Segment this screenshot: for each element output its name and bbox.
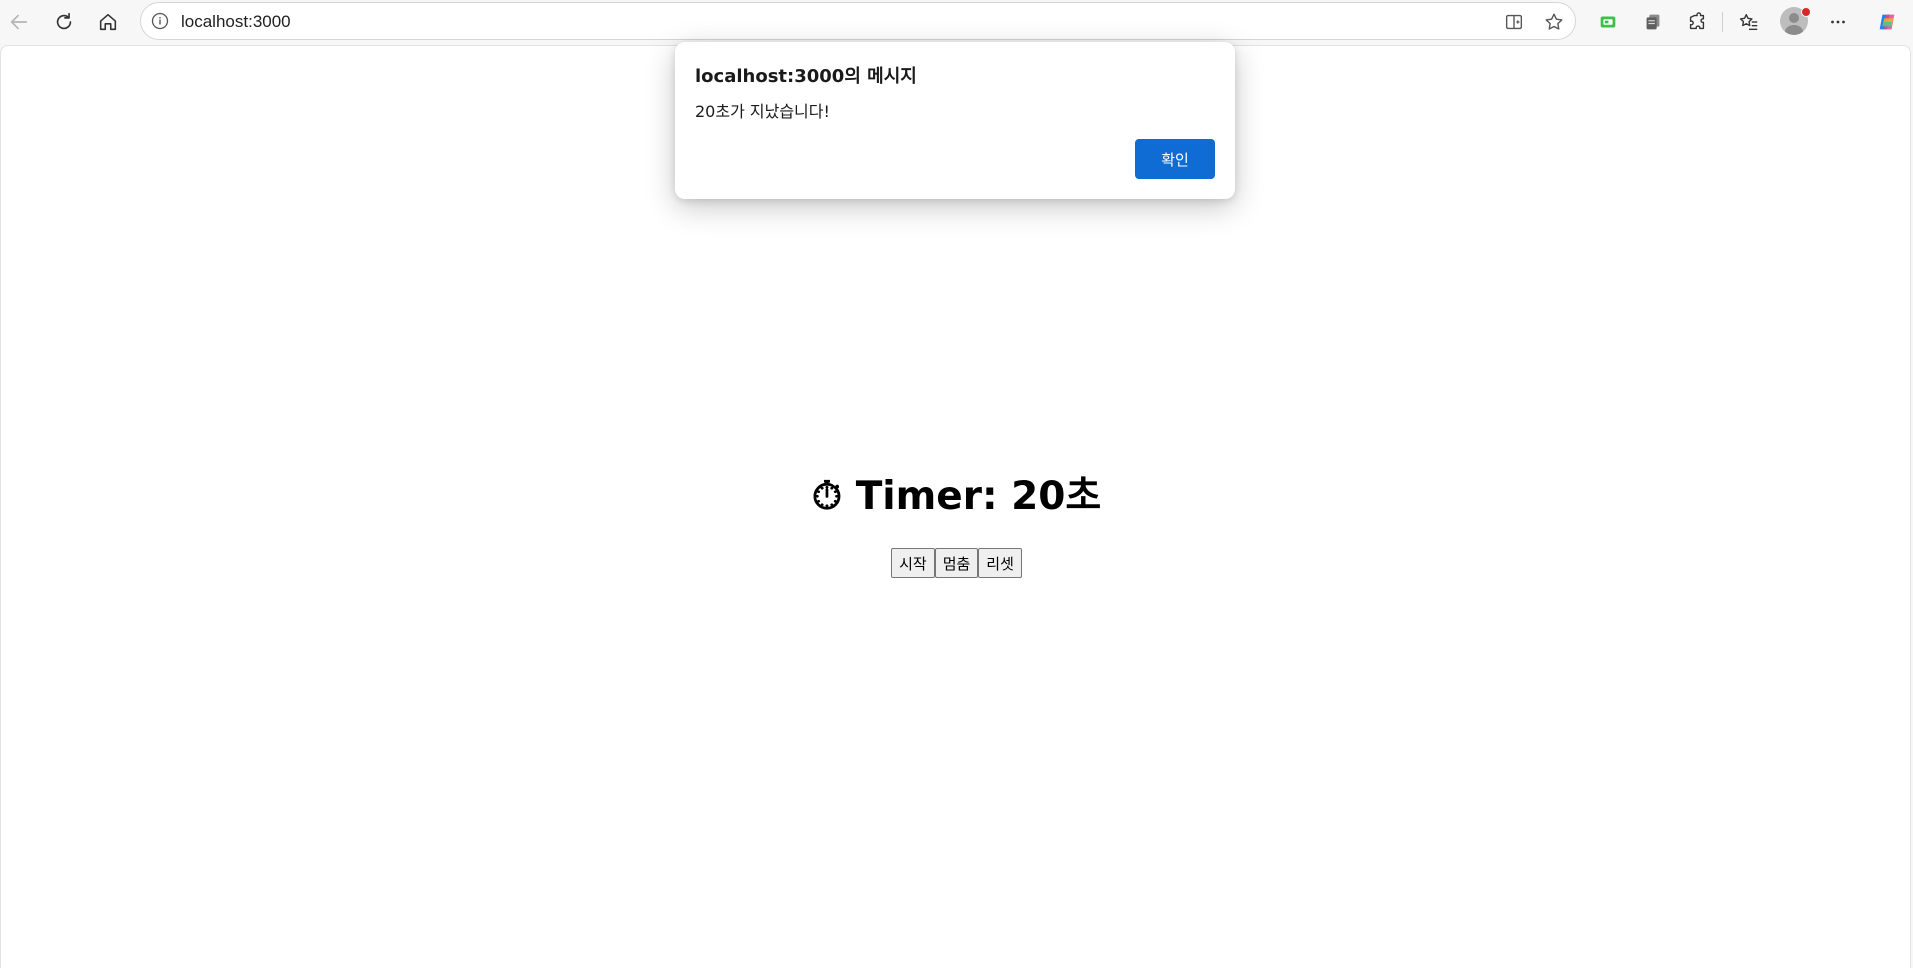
copilot-button[interactable] <box>1869 4 1905 40</box>
refresh-button[interactable] <box>46 4 82 40</box>
copy-extension-icon <box>1646 14 1660 30</box>
collections-extension-button[interactable] <box>1590 4 1626 40</box>
ok-button[interactable]: 확인 <box>1135 139 1215 179</box>
stopwatch-icon: ⏱ <box>811 474 843 519</box>
split-screen-icon[interactable] <box>1503 11 1525 33</box>
back-button[interactable] <box>1 4 37 40</box>
favorites-button[interactable] <box>1731 4 1767 40</box>
copilot-icon <box>1879 14 1895 30</box>
url-text: localhost:3000 <box>181 12 291 31</box>
stop-button[interactable]: 멈춤 <box>934 548 979 578</box>
more-button[interactable] <box>1820 4 1856 40</box>
timer-heading: ⏱ Timer: 20초 <box>1 465 1912 521</box>
dialog-title: localhost:3000의 메시지 <box>695 66 917 87</box>
address-bar[interactable]: localhost:3000 <box>140 2 1576 40</box>
refresh-icon <box>56 12 72 30</box>
star-icon[interactable] <box>1543 11 1565 33</box>
toolbar-separator <box>1722 12 1723 32</box>
reset-button[interactable]: 리셋 <box>978 548 1022 578</box>
start-button[interactable]: 시작 <box>891 548 935 578</box>
puzzle-icon <box>1689 12 1705 30</box>
dialog-message: 20초가 지났습니다! <box>695 102 830 121</box>
site-info-icon[interactable] <box>150 11 170 31</box>
green-extension-icon <box>1600 16 1616 28</box>
copy-extension-button[interactable] <box>1635 4 1671 40</box>
extensions-button[interactable] <box>1679 4 1715 40</box>
more-icon <box>1831 20 1845 24</box>
alert-dialog: localhost:3000의 메시지 20초가 지났습니다! 확인 <box>675 42 1235 199</box>
home-button[interactable] <box>90 4 126 40</box>
home-icon <box>99 13 117 31</box>
notification-dot <box>1801 7 1811 17</box>
timer-controls: 시작 멈춤 리셋 <box>1 548 1912 578</box>
browser-toolbar: localhost:3000 <box>0 0 1913 44</box>
timer-text: Timer: 20초 <box>855 474 1102 519</box>
favorites-icon <box>1739 13 1758 31</box>
back-arrow-icon <box>10 14 28 30</box>
